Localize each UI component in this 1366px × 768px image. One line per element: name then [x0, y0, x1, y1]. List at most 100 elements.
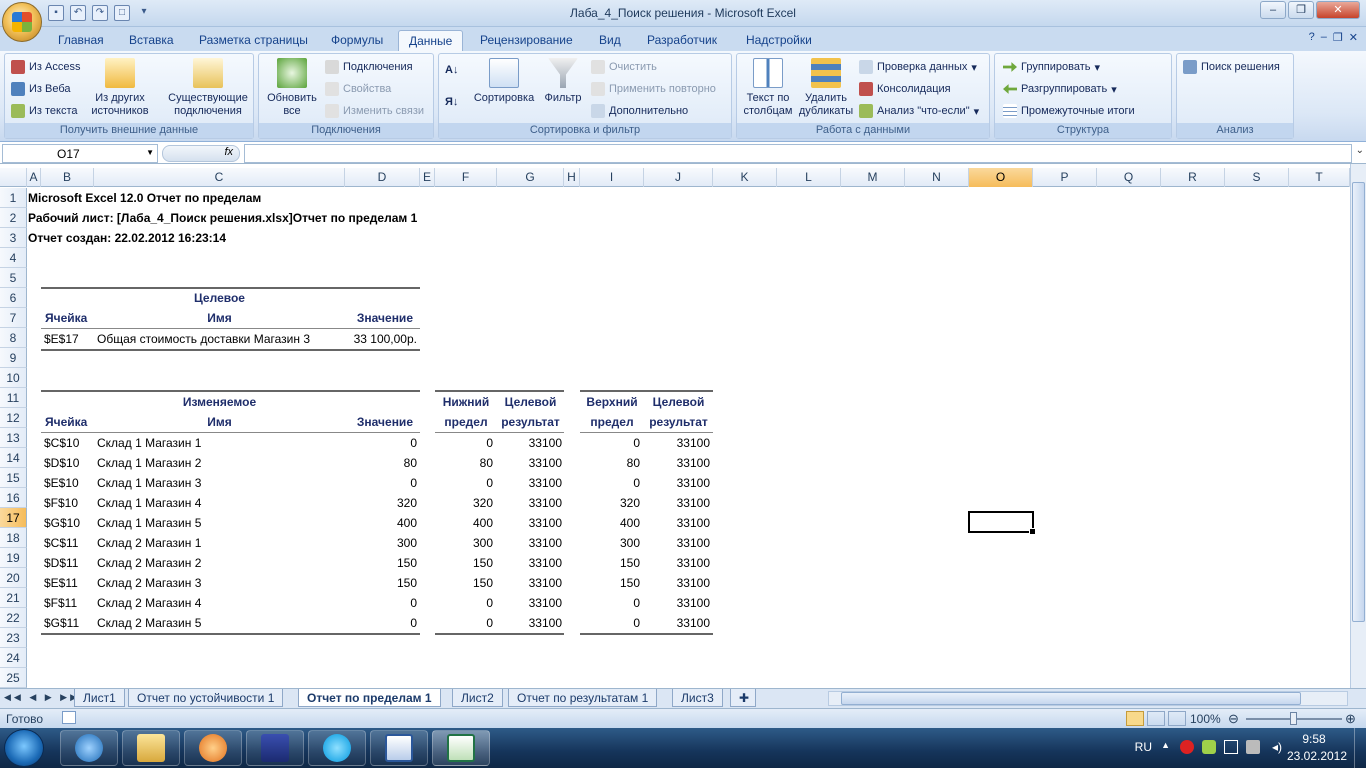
start-button[interactable] — [4, 729, 44, 767]
taskbar-internet-explorer[interactable] — [60, 730, 118, 766]
reapply-button[interactable]: Применить повторно — [591, 82, 716, 96]
row-header[interactable]: 25 — [0, 668, 27, 688]
row-header[interactable]: 24 — [0, 648, 27, 668]
ribbon-close-icon[interactable]: ✕ — [1349, 31, 1358, 44]
chevron-down-icon[interactable]: ▼ — [146, 148, 154, 157]
close-button[interactable]: ✕ — [1316, 1, 1360, 19]
row-header[interactable]: 12 — [0, 408, 27, 428]
what-if-button[interactable]: Анализ "что-если" ▾ — [859, 104, 979, 118]
page-layout-view-icon[interactable] — [1147, 711, 1165, 726]
help-icon[interactable]: ? — [1309, 31, 1315, 44]
horizontal-scrollbar[interactable] — [828, 691, 1348, 706]
edit-links-button[interactable]: Изменить связи — [325, 104, 424, 118]
column-header[interactable]: D — [345, 168, 420, 187]
column-header[interactable]: G — [497, 168, 564, 187]
properties-button[interactable]: Свойства — [325, 82, 391, 96]
column-header[interactable]: B — [41, 168, 94, 187]
row-header[interactable]: 5 — [0, 268, 27, 288]
normal-view-icon[interactable] — [1126, 711, 1144, 726]
row-header[interactable]: 19 — [0, 548, 27, 568]
office-button[interactable] — [2, 2, 42, 42]
expand-formula-bar-icon[interactable]: ⌄ — [1356, 145, 1364, 156]
row-header-selected[interactable]: 17 — [0, 508, 27, 528]
clock-date[interactable]: 23.02.2012 — [1282, 749, 1352, 763]
taskbar-skype[interactable] — [308, 730, 366, 766]
volume-icon[interactable]: ◂) — [1272, 740, 1282, 754]
row-header[interactable]: 11 — [0, 388, 27, 408]
sort-za-button[interactable]: Я↓ — [445, 96, 458, 108]
formula-input[interactable] — [244, 144, 1352, 163]
taskbar-media-player[interactable] — [184, 730, 242, 766]
row-header[interactable]: 2 — [0, 208, 27, 228]
row-header[interactable]: 6 — [0, 288, 27, 308]
active-cell-selection[interactable] — [968, 511, 1036, 535]
column-header[interactable]: P — [1033, 168, 1097, 187]
ribbon-minimize-icon[interactable]: – — [1321, 31, 1327, 44]
macro-record-icon[interactable] — [62, 711, 76, 724]
worksheet-grid[interactable]: Microsoft Excel 12.0 Отчет по пределам Р… — [28, 188, 1350, 688]
column-header[interactable]: I — [580, 168, 644, 187]
column-header[interactable]: M — [841, 168, 905, 187]
name-box[interactable]: O17 ▼ — [2, 144, 158, 163]
column-header[interactable]: H — [564, 168, 580, 187]
tab-formulas[interactable]: Формулы — [321, 30, 393, 51]
group-button[interactable]: Группировать ▾ — [1003, 60, 1100, 74]
vertical-scrollbar[interactable] — [1350, 164, 1366, 688]
from-web-button[interactable]: Из Веба — [11, 82, 71, 96]
row-header[interactable]: 16 — [0, 488, 27, 508]
ungroup-button[interactable]: Разгруппировать ▾ — [1003, 82, 1117, 96]
subtotal-button[interactable]: Промежуточные итоги — [1003, 104, 1135, 118]
row-header[interactable]: 4 — [0, 248, 27, 268]
sort-button[interactable]: Сортировка — [469, 58, 539, 105]
refresh-all-button[interactable]: Обновить все — [263, 58, 321, 118]
from-other-sources-button[interactable]: Из других источников — [87, 58, 153, 118]
column-header[interactable]: T — [1289, 168, 1350, 187]
connections-button[interactable]: Подключения — [325, 60, 413, 74]
consolidate-button[interactable]: Консолидация — [859, 82, 951, 96]
sheet-tab[interactable]: Лист2 — [452, 689, 503, 707]
page-break-view-icon[interactable] — [1168, 711, 1186, 726]
data-validation-button[interactable]: Проверка данных ▾ — [859, 60, 977, 74]
advanced-filter-button[interactable]: Дополнительно — [591, 104, 688, 118]
clock-time[interactable]: 9:58 — [1286, 732, 1342, 746]
filter-button[interactable]: Фильтр — [541, 58, 585, 105]
row-header[interactable]: 18 — [0, 528, 27, 548]
column-header[interactable]: N — [905, 168, 969, 187]
sheet-tab-active[interactable]: Отчет по пределам 1 — [298, 689, 441, 707]
row-header[interactable]: 10 — [0, 368, 27, 388]
column-header[interactable]: R — [1161, 168, 1225, 187]
column-header[interactable]: L — [777, 168, 841, 187]
vertical-scroll-thumb[interactable] — [1352, 182, 1365, 622]
column-header[interactable]: C — [94, 168, 345, 187]
ribbon-restore-icon[interactable]: ❐ — [1333, 31, 1343, 44]
solver-button[interactable]: Поиск решения — [1183, 60, 1280, 74]
taskbar-excel[interactable] — [432, 730, 490, 766]
tab-page-layout[interactable]: Разметка страницы — [189, 30, 318, 51]
row-header[interactable]: 3 — [0, 228, 27, 248]
network-icon[interactable] — [1224, 740, 1238, 754]
clear-button[interactable]: Очистить — [591, 60, 657, 74]
horizontal-scroll-thumb[interactable] — [841, 692, 1301, 705]
tab-home[interactable]: Главная — [48, 30, 114, 51]
column-header[interactable]: F — [435, 168, 497, 187]
insert-function-button[interactable]: fx — [162, 145, 240, 162]
row-header[interactable]: 13 — [0, 428, 27, 448]
row-header[interactable]: 22 — [0, 608, 27, 628]
show-desktop-button[interactable] — [1354, 728, 1366, 768]
column-header[interactable]: S — [1225, 168, 1289, 187]
existing-connections-button[interactable]: Существующие подключения — [165, 58, 251, 118]
language-indicator[interactable]: RU — [1135, 740, 1152, 754]
power-icon[interactable] — [1246, 740, 1260, 754]
maximize-button[interactable]: ❐ — [1288, 1, 1314, 19]
zoom-out-icon[interactable]: ⊖ — [1228, 711, 1239, 727]
sheet-nav-arrows-icon[interactable]: ◀◀ ◀ ▶ ▶▶ — [4, 692, 80, 703]
row-header[interactable]: 23 — [0, 628, 27, 648]
tab-data[interactable]: Данные — [398, 30, 464, 51]
row-header[interactable]: 8 — [0, 328, 27, 348]
taskbar-save-app[interactable] — [246, 730, 304, 766]
column-header[interactable]: E — [420, 168, 435, 187]
column-header[interactable]: Q — [1097, 168, 1161, 187]
antivirus-icon[interactable] — [1180, 740, 1194, 754]
minimize-button[interactable]: – — [1260, 1, 1286, 19]
from-text-button[interactable]: Из текста — [11, 104, 78, 118]
